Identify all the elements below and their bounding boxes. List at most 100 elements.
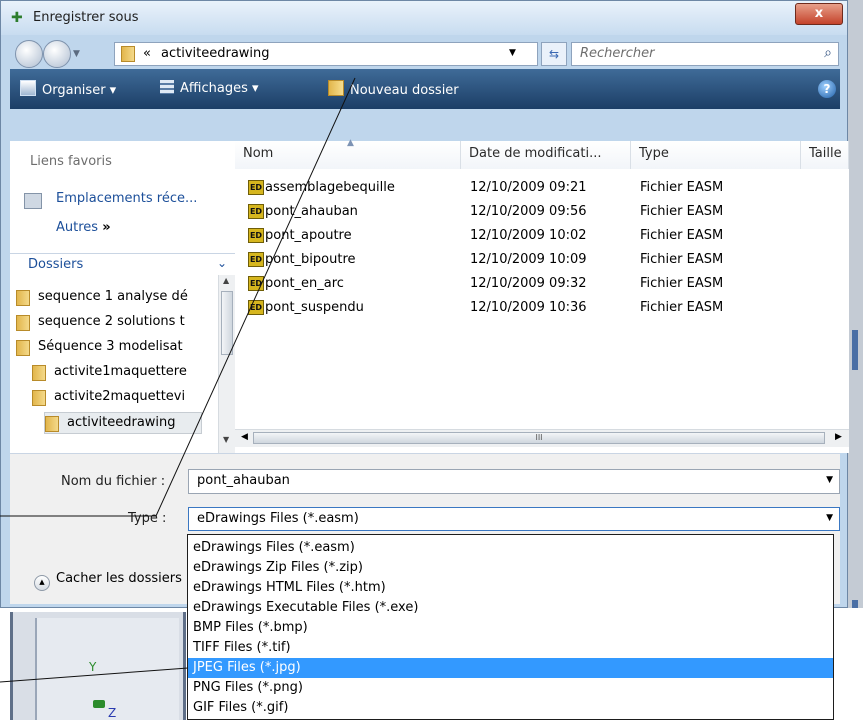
folder-icon [45,416,59,432]
new-folder-icon [328,80,344,96]
scroll-up-icon[interactable]: ▲ [223,276,229,285]
scroll-grip: III [535,433,543,442]
hide-folders-icon[interactable]: ▲ [34,575,50,591]
table-row[interactable]: ED pont_suspendu 12/10/2009 10:36 Fichie… [235,295,849,319]
axis-triad-icon [93,700,105,708]
new-folder-button[interactable]: Nouveau dossier [328,80,459,98]
file-date: 12/10/2009 09:32 [470,276,587,291]
tree-item-activite1[interactable]: activite1maquettere [32,362,216,384]
breadcrumb-chevron[interactable]: « [143,46,151,61]
favorite-recent-places[interactable]: Emplacements réce... [56,191,197,206]
edrawings-app-icon: ✚ [11,10,23,26]
file-type: Fichier EASM [640,276,724,291]
tree-item-label: activite2maquettevi [54,389,186,404]
file-type: Fichier EASM [640,204,724,219]
organize-menu[interactable]: Organiser ▾ [20,80,116,98]
table-row[interactable]: ED pont_apoutre 12/10/2009 10:02 Fichier… [235,223,849,247]
filename-label: Nom du fichier : [61,474,166,489]
tree-item-sequence-2[interactable]: sequence 2 solutions t [16,312,216,334]
file-list: Nom ▲ Date de modificati... Type Taille … [235,138,849,453]
hide-folders-button[interactable]: Cacher les dossiers [56,571,182,586]
type-label: Type : [128,511,167,526]
column-header-type[interactable]: Type [631,141,801,169]
folder-icon [16,340,30,356]
breadcrumb-path[interactable]: activiteedrawing [161,46,270,61]
filename-value: pont_ahauban [197,473,290,488]
file-date: 12/10/2009 10:09 [470,252,587,267]
easm-file-icon: ED [248,252,264,267]
axis-z-label: Z [108,706,117,720]
search-placeholder: Rechercher [580,46,655,61]
folders-header[interactable]: Dossiers ⌄ [10,253,235,276]
column-header-size[interactable]: Taille [801,141,849,169]
column-header-date[interactable]: Date de modificati... [461,141,631,169]
type-option-zip[interactable]: eDrawings Zip Files (*.zip) [188,558,833,578]
table-row[interactable]: ED assemblagebequille 12/10/2009 09:21 F… [235,175,849,199]
type-option-htm[interactable]: eDrawings HTML Files (*.htm) [188,578,833,598]
back-button[interactable] [15,40,43,68]
type-option-jpg[interactable]: JPEG Files (*.jpg) [188,658,833,678]
type-option-png[interactable]: PNG Files (*.png) [188,678,833,698]
file-type-select[interactable]: eDrawings Files (*.easm) ▼ [188,507,840,531]
chevron-down-icon[interactable]: ⌄ [217,256,227,270]
type-option-tif[interactable]: TIFF Files (*.tif) [188,638,833,658]
search-box[interactable]: Rechercher ⌕ [571,42,839,66]
save-as-dialog: ✚ Enregistrer sous x ▼ « activiteedrawin… [0,0,849,608]
tree-item-sequence-1[interactable]: sequence 1 analyse dé [16,287,216,309]
favorite-others[interactable]: Autres » [56,220,111,235]
forward-button[interactable] [43,40,71,68]
scroll-thumb[interactable] [221,291,233,355]
file-type-value: eDrawings Files (*.easm) [197,511,359,526]
file-type: Fichier EASM [640,252,724,267]
tree-item-activite2[interactable]: activite2maquettevi [32,387,216,409]
type-option-bmp[interactable]: BMP Files (*.bmp) [188,618,833,638]
sort-ascending-icon: ▲ [347,138,354,148]
type-option-easm[interactable]: eDrawings Files (*.easm) [188,538,833,558]
views-menu[interactable]: Affichages ▾ [160,80,259,96]
scroll-right-icon[interactable]: ▶ [835,432,842,442]
file-name: assemblagebequille [265,180,395,195]
search-icon[interactable]: ⌕ [824,45,832,61]
easm-file-icon: ED [248,300,264,315]
axis-y-label: Y [89,660,97,674]
table-row[interactable]: ED pont_ahauban 12/10/2009 09:56 Fichier… [235,199,849,223]
help-icon[interactable]: ? [818,80,836,98]
folders-scrollbar[interactable]: ▲ ▼ [218,275,236,453]
navigation-pane: Liens favoris Emplacements réce... Autre… [10,141,236,453]
file-name: pont_en_arc [265,276,344,291]
title-bar[interactable]: ✚ Enregistrer sous x [1,1,847,35]
recent-pages-dropdown-icon[interactable]: ▼ [73,49,80,59]
filename-input[interactable]: pont_ahauban ▼ [188,469,840,494]
file-type-dropdown-icon[interactable]: ▼ [826,513,833,523]
type-option-gif[interactable]: GIF Files (*.gif) [188,698,833,718]
tree-item-label: activiteedrawing [67,415,176,430]
tree-item-label: activite1maquettere [54,364,187,379]
hscroll-thumb[interactable]: III [253,432,825,444]
organize-label: Organiser [42,83,106,98]
table-row[interactable]: ED pont_bipoutre 12/10/2009 10:09 Fichie… [235,247,849,271]
file-list-hscrollbar[interactable]: ◀ III ▶ [235,429,849,447]
easm-file-icon: ED [248,204,264,219]
column-label: Taille [809,146,842,161]
scroll-left-icon[interactable]: ◀ [241,432,248,442]
address-bar[interactable]: « activiteedrawing ▼ [114,42,538,66]
window-title: Enregistrer sous [33,10,139,25]
table-row[interactable]: ED pont_en_arc 12/10/2009 09:32 Fichier … [235,271,849,295]
column-header-name[interactable]: Nom ▲ [235,138,461,169]
easm-file-icon: ED [248,228,264,243]
file-name: pont_ahauban [265,204,358,219]
folder-icon [121,46,135,62]
scroll-down-icon[interactable]: ▼ [223,435,229,444]
tree-item-sequence-3[interactable]: Séquence 3 modelisat [16,337,216,359]
file-date: 12/10/2009 09:56 [470,204,587,219]
views-label: Affichages [180,81,248,96]
type-option-exe[interactable]: eDrawings Executable Files (*.exe) [188,598,833,618]
refresh-button[interactable]: ⇆ [541,42,567,66]
close-button[interactable]: x [795,3,843,25]
file-date: 12/10/2009 10:02 [470,228,587,243]
address-dropdown-icon[interactable]: ▼ [509,48,516,58]
easm-file-icon: ED [248,276,264,291]
filename-dropdown-icon[interactable]: ▼ [826,475,833,485]
tree-item-activiteedrawing[interactable]: activiteedrawing [44,412,202,434]
column-label: Type [639,146,669,161]
